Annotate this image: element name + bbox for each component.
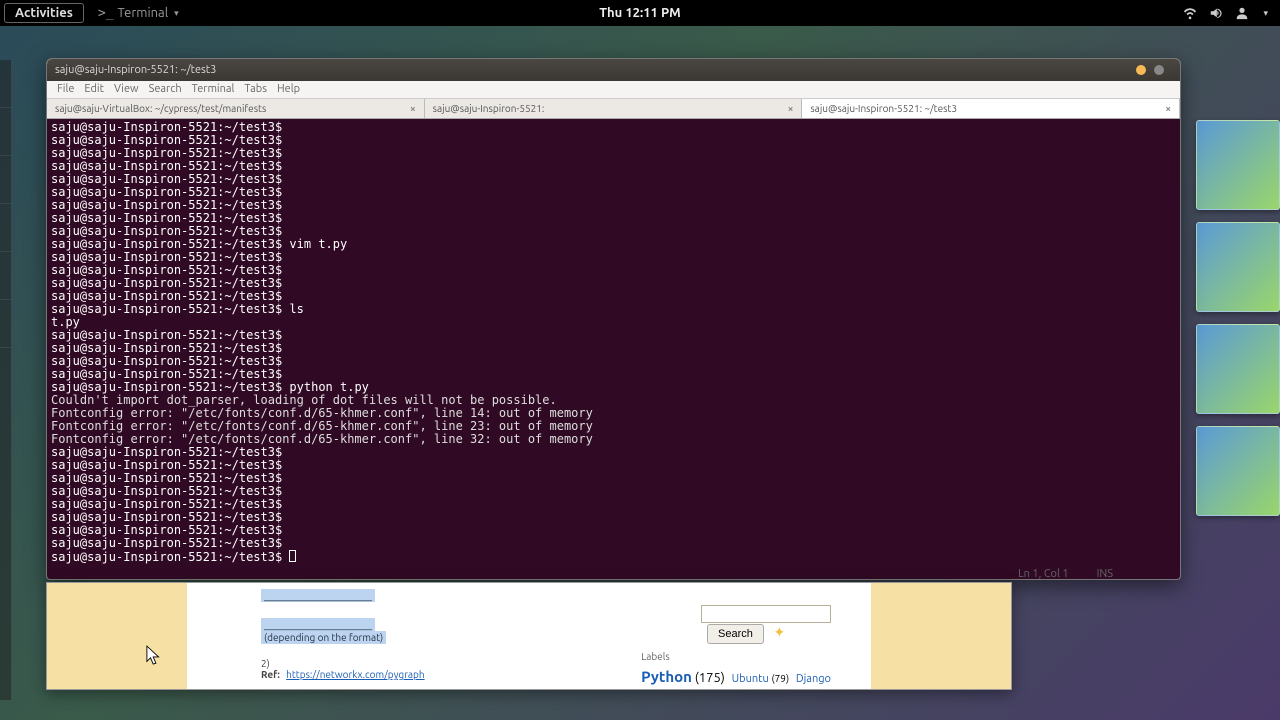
terminal-icon: >_ [98,6,114,21]
blog-labels: Labels Python (175) Ubuntu (79) Django [641,651,831,685]
menu-terminal[interactable]: Terminal [192,83,235,96]
workspace-thumb[interactable] [1196,120,1280,210]
workspace-switcher[interactable] [1190,120,1280,528]
menu-file[interactable]: File [57,83,74,96]
menu-view[interactable]: View [114,83,139,96]
tag-link[interactable]: Python [641,668,692,685]
volume-icon[interactable] [1209,6,1223,20]
terminal-tab[interactable]: saju@saju-Inspiron-5521: ~/test3× [802,99,1180,118]
workspace-thumb[interactable] [1196,324,1280,414]
user-icon[interactable] [1235,6,1249,20]
wifi-icon[interactable] [1183,6,1197,20]
app-menu-label: Terminal [118,6,169,20]
selected-text[interactable]: ______________________ [261,618,375,631]
terminal-window: saju@saju-Inspiron-5521: ~/test3 File Edi… [46,58,1181,580]
dock[interactable] [0,60,12,700]
menu-help[interactable]: Help [277,83,300,96]
search-input[interactable] [701,605,831,623]
cursor-position: Ln 1, Col 1 [1018,568,1069,586]
menu-search[interactable]: Search [149,83,182,96]
chevron-down-icon: ▾ [1263,8,1268,19]
tag-count: (175) [695,671,725,685]
close-icon[interactable]: × [788,103,794,114]
clock[interactable]: Thu 12:11 PM [599,6,681,20]
terminal-body[interactable]: saju@saju-Inspiron-5521:~/test3$saju@saj… [47,119,1180,579]
menu-tabs[interactable]: Tabs [244,83,267,96]
app-menu[interactable]: >_ Terminal ▾ [90,6,187,21]
close-icon[interactable]: × [1165,103,1171,114]
search-widget: Search ✦ [701,603,831,644]
selected-text[interactable]: (depending on the format) [261,631,386,644]
editor-statusbar: Ln 1, Col 1 INS [1018,568,1113,586]
terminal-tab[interactable]: saju@saju-VirtualBox: ~/cypress/test/man… [47,99,425,118]
terminal-tabbar[interactable]: saju@saju-VirtualBox: ~/cypress/test/man… [47,99,1180,119]
ref-label: Ref: [261,669,280,680]
ref-link[interactable]: https://networkx.com/pygraph [286,669,424,680]
tag-link[interactable]: Django [796,673,831,685]
workspace-thumb[interactable] [1196,222,1280,312]
close-icon[interactable]: × [410,103,416,114]
page-margin-left [47,583,187,689]
insert-mode: INS [1097,568,1113,586]
window-titlebar[interactable]: saju@saju-Inspiron-5521: ~/test3 [47,59,1180,81]
window-title: saju@saju-Inspiron-5521: ~/test3 [55,64,216,76]
system-tray[interactable]: ▾ [1183,6,1280,20]
gnome-topbar: Activities >_ Terminal ▾ Thu 12:11 PM ▾ [0,0,1280,26]
page-margin-right [871,583,1011,689]
terminal-tab[interactable]: saju@saju-Inspiron-5521:× [425,99,803,118]
workspace-thumb[interactable] [1196,426,1280,516]
menu-edit[interactable]: Edit [84,83,104,96]
terminal-menubar[interactable]: File Edit View Search Terminal Tabs Help [47,81,1180,99]
star-icon[interactable]: ✦ [774,624,786,640]
chevron-down-icon: ▾ [174,8,179,19]
search-button[interactable]: Search [707,624,764,644]
browser-window: ______________________ _________________… [46,582,1012,690]
selected-text[interactable]: ______________________ [261,589,375,602]
window-minimize-icon[interactable] [1136,65,1146,75]
activities-button[interactable]: Activities [4,3,84,23]
tag-count: (79) [772,673,790,684]
labels-heading: Labels [641,651,831,662]
window-close-icon[interactable] [1154,65,1164,75]
step-number: 2) [261,658,270,669]
tag-link[interactable]: Ubuntu [732,673,769,685]
